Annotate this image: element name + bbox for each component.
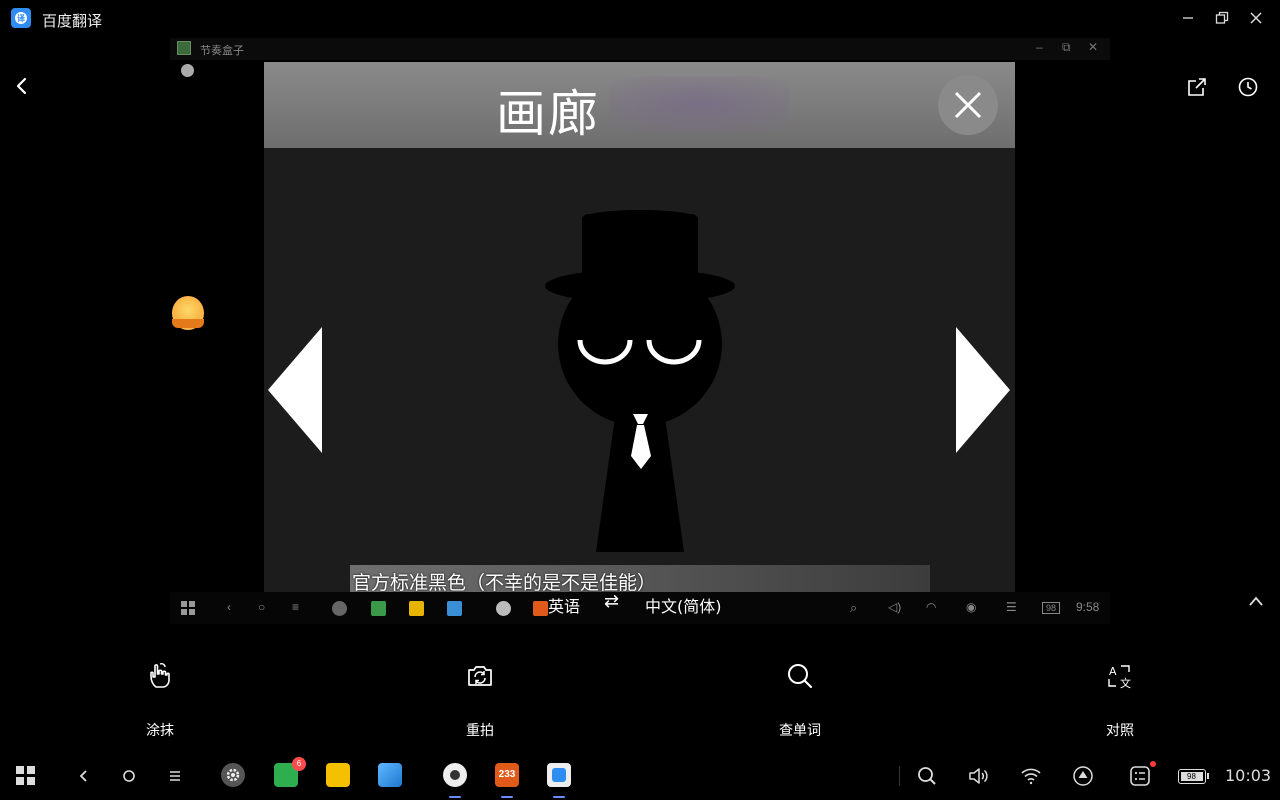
swap-icon[interactable]: ⇄	[604, 591, 619, 612]
action-lookup-label: 查单词	[779, 723, 821, 739]
upload-status-icon[interactable]	[1071, 764, 1095, 788]
back-arrow-icon[interactable]	[12, 76, 32, 96]
character-illustration	[545, 210, 735, 552]
history-clock-icon[interactable]	[1237, 76, 1259, 98]
inner-close-icon: ✕	[1088, 40, 1099, 54]
inner-store-icon	[371, 601, 386, 616]
photo-prev-arrow-icon	[268, 327, 322, 453]
wifi-icon[interactable]	[1019, 764, 1043, 788]
share-export-icon[interactable]	[1186, 76, 1208, 98]
inner-app-icon	[496, 601, 511, 616]
notification-center-icon[interactable]	[1128, 761, 1156, 788]
app-title: 百度翻译	[42, 12, 103, 30]
running-indicator	[553, 796, 565, 798]
gallery-header: 画廊	[264, 62, 1015, 148]
nav-back-icon[interactable]	[71, 764, 95, 788]
inner-start-icon	[181, 601, 195, 615]
taskbar-search-icon[interactable]	[915, 764, 939, 788]
inner-233-icon	[533, 601, 548, 616]
inner-search-icon: ⌕	[850, 600, 858, 615]
gallery-title: 画廊	[496, 85, 600, 143]
system-taskbar: 6 233 98	[0, 752, 1280, 800]
inner-gallery-icon	[447, 601, 462, 616]
app-store-badge: 6	[292, 757, 306, 771]
start-menu-icon[interactable]	[14, 764, 38, 788]
action-retake-label: 重拍	[466, 723, 494, 739]
nav-home-icon[interactable]	[117, 764, 141, 788]
floating-dot-icon	[181, 64, 194, 77]
source-language[interactable]: 英语	[548, 593, 580, 617]
svg-text:文: 文	[1120, 676, 1131, 690]
rhythm-box-app-icon	[177, 41, 191, 55]
search-icon	[740, 660, 860, 692]
camera-app-icon[interactable]	[443, 763, 467, 787]
inner-notes-icon: ☰	[1006, 600, 1017, 614]
volume-icon[interactable]	[967, 764, 991, 788]
inner-taskbar: ‹ ○ ≡ ⌕ ◁) ◠ ◉ ☰ 98 9:58	[170, 592, 1110, 624]
inner-files-icon	[409, 601, 424, 616]
inner-restore-icon: ⧉	[1062, 40, 1071, 54]
coin-widget-icon	[172, 296, 204, 330]
title-bar: 译 百度翻译	[0, 0, 1280, 36]
settings-gear-icon[interactable]	[221, 763, 245, 787]
collapse-up-icon[interactable]	[1248, 594, 1264, 612]
svg-text:A: A	[1109, 665, 1117, 678]
baidu-translate-logo-icon: 译	[11, 8, 31, 28]
inner-volume-icon: ◁)	[888, 600, 902, 614]
inner-menu-icon: ≡	[292, 600, 300, 614]
inner-window-titlebar: 节奏盒子 – ⧉ ✕	[170, 38, 1110, 60]
inner-upload-icon: ◉	[966, 600, 977, 614]
inner-minimize-icon: –	[1036, 40, 1043, 54]
hand-smear-icon	[100, 660, 220, 692]
captured-photo: 画廊	[264, 62, 1015, 597]
notification-dot	[1150, 761, 1156, 767]
inner-settings-icon	[332, 601, 347, 616]
battery-level: 98	[1180, 771, 1203, 781]
inner-clock: 9:58	[1076, 600, 1100, 614]
system-clock: 10:03	[1225, 766, 1272, 785]
action-smear-label: 涂抹	[146, 723, 174, 739]
gallery-app-icon[interactable]	[378, 763, 402, 787]
action-lookup-word[interactable]: 查单词	[740, 660, 860, 740]
inner-window-title: 节奏盒子	[200, 44, 244, 57]
baidu-translate-taskbar-icon[interactable]	[547, 763, 571, 787]
inner-back-icon: ‹	[227, 600, 231, 614]
target-language[interactable]: 中文(简体)	[645, 593, 722, 617]
file-manager-icon[interactable]	[326, 763, 350, 787]
inner-wifi-icon: ◠	[926, 600, 937, 614]
minimize-icon[interactable]	[1176, 6, 1200, 30]
battery-icon[interactable]: 98	[1176, 764, 1210, 788]
inner-home-icon: ○	[258, 600, 266, 614]
action-smear[interactable]: 涂抹	[100, 660, 220, 740]
photo-next-arrow-icon	[956, 327, 1010, 453]
compare-icon: A文	[1060, 660, 1180, 692]
running-indicator	[501, 796, 513, 798]
action-retake[interactable]: 重拍	[420, 660, 540, 740]
retake-camera-icon	[420, 660, 540, 692]
restore-icon[interactable]	[1210, 6, 1234, 30]
app-233-icon[interactable]: 233	[495, 763, 519, 787]
action-compare-label: 对照	[1106, 723, 1134, 739]
close-icon[interactable]	[1244, 6, 1268, 30]
taskbar-divider	[899, 766, 900, 786]
app-store-icon[interactable]: 6	[274, 757, 306, 787]
inner-battery-icon: 98	[1042, 602, 1061, 614]
action-compare[interactable]: A文 对照	[1060, 660, 1180, 740]
running-indicator	[449, 796, 461, 798]
nav-menu-icon[interactable]	[163, 764, 187, 788]
gallery-close-icon	[938, 75, 998, 135]
